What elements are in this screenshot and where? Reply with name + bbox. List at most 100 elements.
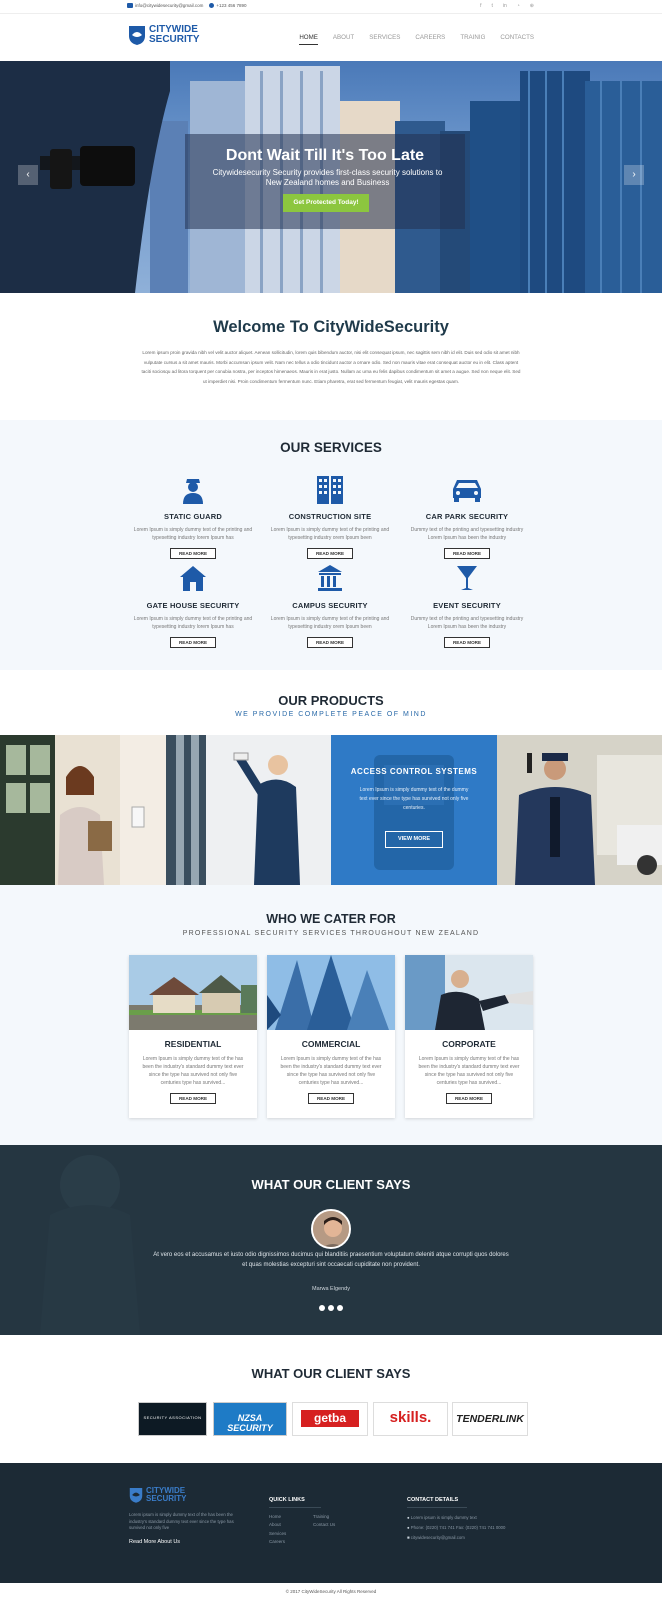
logo-line2: SECURITY [149, 34, 200, 45]
welcome-text: Lorem ipsum proin gravida nibh vel velit… [141, 350, 521, 384]
footer-link-careers[interactable]: Careers [269, 1538, 286, 1546]
slide-dot[interactable] [337, 1305, 343, 1311]
footer-link-services[interactable]: Services [269, 1530, 286, 1538]
card-text: Lorem Ipsum is simply dummy text of the … [418, 1056, 520, 1086]
welcome-title: Welcome To CityWideSecurity [213, 318, 449, 336]
card-title: COMMERCIAL [301, 1039, 361, 1049]
linkedin-icon[interactable]: in [503, 3, 507, 9]
nav-services[interactable]: SERVICES [369, 34, 400, 45]
partner-logo-1[interactable]: SECURITY ASSOCIATION [138, 1402, 207, 1436]
hero-cta-button[interactable]: Get Protected Today! [283, 194, 369, 212]
service-title: EVENT SECURITY [433, 601, 501, 610]
copyright: © 2017 CityWideSecurity All Rights Reser… [0, 1583, 662, 1600]
nav-careers[interactable]: CAREERS [415, 34, 445, 45]
read-more-button[interactable]: READ MORE [170, 1093, 216, 1104]
service-construction-site: CONSTRUCTION SITE Lorem Ipsum is simply … [268, 474, 392, 560]
facebook-icon[interactable]: f [480, 3, 481, 9]
shield-logo-icon [129, 26, 145, 45]
read-more-button[interactable]: READ MORE [444, 548, 490, 559]
nav-home[interactable]: HOME [299, 34, 318, 45]
partner-logo-4[interactable]: skills. [373, 1402, 448, 1436]
logo-text: CITYWIDE SECURITY [149, 25, 200, 45]
contact-details-title: CONTACT DETAILS [407, 1497, 459, 1503]
testimonial-pagination [319, 1305, 343, 1311]
contact-divider [407, 1507, 467, 1508]
partner-logo-2[interactable]: NZSA SECURITY [213, 1402, 287, 1436]
product-guard-radio-image [497, 735, 662, 885]
service-static-guard: STATIC GUARD Lorem Ipsum is simply dummy… [131, 474, 255, 560]
partners-title: WHAT OUR CLIENT SAYS [251, 1366, 411, 1381]
phone-link[interactable]: +123 456 7890 [209, 3, 247, 9]
footer-link-contact[interactable]: Contact Us [313, 1521, 335, 1529]
email-link[interactable]: info@citywidesecurity@gmail.com [127, 3, 204, 9]
cater-card-commercial: COMMERCIAL Lorem Ipsum is simply dummy t… [267, 955, 395, 1118]
top-bar: info@citywidesecurity@gmail.com +123 456… [0, 0, 662, 14]
read-more-button[interactable]: READ MORE [170, 548, 216, 559]
campus-icon [318, 565, 342, 591]
hero-subtitle: Citywidesecurity Security provides first… [212, 168, 443, 187]
quick-links-divider [269, 1507, 321, 1508]
site-header: CITYWIDE SECURITY HOME ABOUT SERVICES CA… [0, 14, 662, 61]
product-installer-image [166, 735, 331, 885]
quick-links-col2: Training Contact Us [313, 1513, 335, 1530]
footer-link-home[interactable]: Home [269, 1513, 286, 1521]
read-more-button[interactable]: READ MORE [307, 637, 353, 648]
contact-email[interactable]: citywidesecurity@gmail.com [411, 1535, 465, 1540]
residential-image [129, 955, 257, 1030]
product-access-control-card: ACCESS CONTROL SYSTEMS Lorem Ipsum is si… [331, 735, 497, 885]
products-title: OUR PRODUCTS [278, 693, 384, 708]
service-text: Lorem Ipsum is simply dummy text of the … [270, 527, 390, 541]
nav-about[interactable]: ABOUT [333, 34, 354, 45]
partner-logo-5[interactable]: TENDERLINK [452, 1402, 528, 1436]
read-more-button[interactable]: READ MORE [170, 637, 216, 648]
site-logo[interactable]: CITYWIDE SECURITY [128, 24, 200, 46]
commercial-image [267, 955, 395, 1030]
slide-dot[interactable] [319, 1305, 325, 1311]
guard-icon [183, 479, 203, 504]
cater-card-corporate: CORPORATE Lorem Ipsum is simply dummy te… [405, 955, 533, 1118]
read-more-button[interactable]: READ MORE [446, 1093, 492, 1104]
house-icon [180, 566, 206, 591]
hero-next-arrow[interactable]: › [624, 165, 644, 185]
twitter-icon[interactable]: t [491, 3, 492, 9]
quick-links-title: QUICK LINKS [269, 1497, 305, 1503]
view-more-button[interactable]: VIEW MORE [385, 831, 443, 848]
partner-logo-text: TENDERLINK [456, 1413, 524, 1425]
slide-dot[interactable] [328, 1305, 334, 1311]
service-text: Dummy text of the printing and typesetti… [410, 616, 524, 630]
service-title: STATIC GUARD [164, 512, 222, 521]
service-text: Dummy text of the printing and typesetti… [410, 527, 524, 541]
hero-title: Dont Wait Till It's Too Late [225, 147, 425, 164]
service-title: CAR PARK SECURITY [425, 512, 509, 521]
nav-contacts[interactable]: CONTACTS [500, 34, 534, 45]
building-icon [317, 476, 343, 504]
cater-subtitle: PROFESSIONAL SECURITY SERVICES THROUGHOU… [182, 930, 480, 937]
footer-about-text: Lorem ipsum is simply dummy text of the … [129, 1512, 234, 1530]
partner-logo-3[interactable]: getba [292, 1402, 368, 1436]
globe-icon[interactable]: ⊕ [530, 3, 534, 9]
cater-card-residential: RESIDENTIAL Lorem Ipsum is simply dummy … [129, 955, 257, 1118]
partner-logo-text: SECURITY ASSOCIATION [143, 1415, 202, 1420]
email-text: info@citywidesecurity@gmail.com [135, 3, 204, 8]
footer-link-training[interactable]: Training [313, 1513, 335, 1521]
read-more-button[interactable]: READ MORE [307, 548, 353, 559]
read-more-button[interactable]: READ MORE [308, 1093, 354, 1104]
products-subtitle: WE PROVIDE COMPLETE PEACE OF MIND [235, 711, 427, 718]
rss-icon[interactable]: ◔ [517, 3, 520, 9]
partner-logo-text: getba [301, 1410, 359, 1427]
hero-prev-arrow[interactable]: ‹ [18, 165, 38, 185]
service-title: GATE HOUSE SECURITY [146, 601, 240, 610]
footer-link-about[interactable]: About [269, 1521, 286, 1529]
product-feature-text: Lorem Ipsum is simply dummy text of the … [359, 787, 469, 811]
testimonial-avatar [311, 1209, 351, 1249]
card-title: RESIDENTIAL [164, 1039, 222, 1049]
service-text: Lorem Ipsum is simply dummy text of the … [133, 616, 253, 630]
testimonial-author: Marwa Elgendy [312, 1286, 350, 1292]
footer-about-link[interactable]: Read More About Us [129, 1539, 180, 1545]
card-title: CORPORATE [442, 1039, 496, 1049]
services-title: OUR SERVICES [280, 440, 382, 455]
topbar-contact: info@citywidesecurity@gmail.com +123 456… [127, 3, 247, 9]
read-more-button[interactable]: READ MORE [444, 637, 490, 648]
footer-logo[interactable]: CITYWIDE SECURITY [129, 1486, 186, 1504]
nav-training[interactable]: TRAINIG [460, 34, 485, 45]
